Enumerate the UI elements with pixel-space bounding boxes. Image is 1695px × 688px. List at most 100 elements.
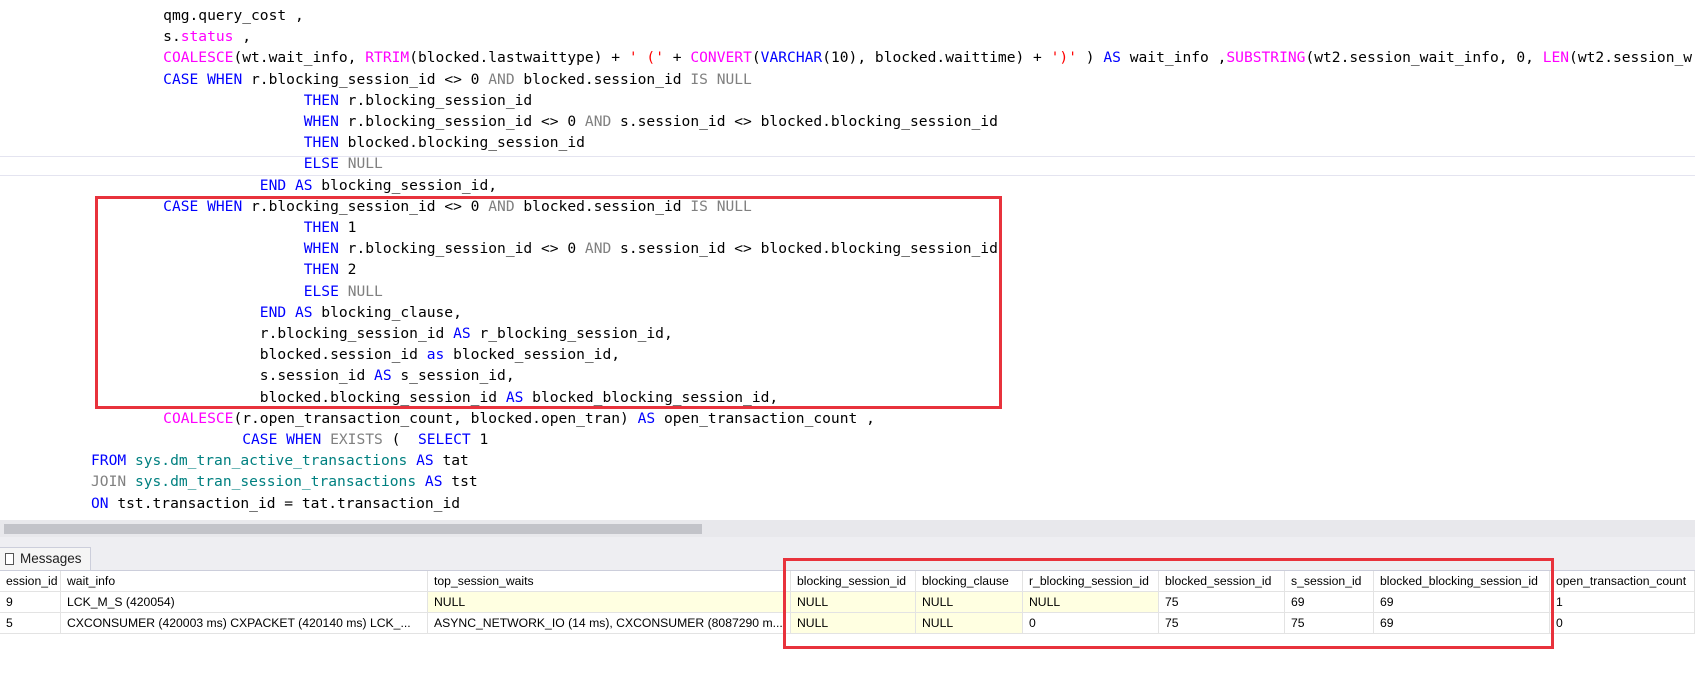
grid-cell[interactable]: 9 <box>0 592 61 613</box>
code-token: s.session_id <> blocked.blocking_session… <box>611 113 998 130</box>
code-token: sys.dm_tran_session_transactions <box>134 473 417 491</box>
code-token: + <box>664 49 691 67</box>
column-header[interactable]: wait_info <box>61 571 428 592</box>
grid-cell[interactable]: 5 <box>0 613 61 634</box>
code-line: s.status , <box>128 26 251 47</box>
code-token: (blocked.lastwaittype) + <box>409 49 629 67</box>
code-token: CASE WHEN <box>242 431 322 448</box>
code-line: FROM sys.dm_tran_active_transactions AS … <box>91 450 469 471</box>
code-token: THEN <box>303 91 339 109</box>
code-token: AND <box>584 113 612 130</box>
grid-cell[interactable]: 0 <box>1550 613 1695 634</box>
code-token: (wt2.session_wait_info, 0, <box>1305 49 1543 67</box>
code-token: ON <box>91 494 109 512</box>
code-token: ELSE <box>303 155 339 173</box>
code-token: AS <box>1103 49 1121 67</box>
code-token: (wt2.session_w <box>1569 49 1693 67</box>
code-token: blocked.blocking_session_id <box>338 134 585 152</box>
code-token: tst.transaction_id = tat.transaction_id <box>108 494 461 512</box>
messages-icon <box>5 553 14 565</box>
code-token: END AS <box>259 176 313 194</box>
grid-cell[interactable]: LCK_M_S (420054) <box>61 592 428 613</box>
code-line: COALESCE(wt.wait_info, RTRIM(blocked.las… <box>128 47 1692 68</box>
column-header[interactable]: open_transaction_count <box>1550 571 1695 592</box>
column-header[interactable]: top_session_waits <box>428 571 791 592</box>
code-token: ) <box>1077 49 1104 67</box>
code-token: WHEN <box>303 113 339 130</box>
code-line: JOIN sys.dm_tran_session_transactions AS… <box>91 471 478 492</box>
code-token: tst <box>442 473 478 491</box>
column-header[interactable]: ession_id <box>0 571 61 592</box>
code-token: COALESCE <box>163 49 234 67</box>
tab-messages[interactable]: Messages <box>0 547 91 570</box>
sql-editor[interactable]: qmg.query_cost , s.status , COALESCE(wt.… <box>0 0 1695 520</box>
code-line: END AS blocking_session_id, <box>128 175 497 196</box>
code-token: blocking_session_id, <box>312 176 498 194</box>
code-token: ')' <box>1050 49 1077 67</box>
code-token: s. <box>163 28 181 46</box>
code-token: ' (' <box>628 49 664 67</box>
code-token: status <box>180 28 234 46</box>
code-token: (r.open_transaction_count, blocked.open_… <box>233 409 638 427</box>
code-line: THEN r.blocking_session_id <box>128 90 532 111</box>
grid-cell[interactable]: ASYNC_NETWORK_IO (14 ms), CXCONSUMER (80… <box>428 613 791 634</box>
code-token: blocked.session_id <box>514 70 691 88</box>
code-token: , <box>233 28 252 46</box>
code-line: ELSE NULL <box>128 153 383 174</box>
code-token: wait_info , <box>1120 49 1227 67</box>
code-token: (10), blocked.waittime) + <box>822 49 1051 67</box>
code-token: (wt.wait_info, <box>233 49 366 67</box>
code-token: LEN <box>1542 49 1570 67</box>
code-token: AS <box>424 473 443 491</box>
code-token: VARCHAR <box>760 49 823 67</box>
code-token: sys.dm_tran_active_transactions <box>134 452 408 470</box>
code-token: THEN <box>303 134 339 152</box>
code-token: IS NULL <box>690 70 752 88</box>
code-token: RTRIM <box>365 49 410 67</box>
code-token: AND <box>488 70 515 88</box>
code-token: ( <box>751 49 761 67</box>
code-token: EXISTS <box>330 431 383 448</box>
code-line: CASE WHEN EXISTS ( SELECT 1 <box>128 429 488 450</box>
code-token: FROM <box>91 452 127 470</box>
code-line: WHEN r.blocking_session_id <> 0 AND s.se… <box>128 111 998 132</box>
scrollbar-thumb[interactable] <box>4 524 702 534</box>
code-token: NULL <box>347 155 383 173</box>
tab-messages-label: Messages <box>20 551 82 566</box>
code-token: ( <box>382 431 418 448</box>
code-token: CONVERT <box>690 49 752 67</box>
code-token: r.blocking_session_id <box>338 91 533 109</box>
horizontal-scrollbar[interactable] <box>0 520 1695 537</box>
grid-cell[interactable]: CXCONSUMER (420003 ms) CXPACKET (420140 … <box>61 613 428 634</box>
code-token: JOIN <box>91 473 127 491</box>
code-token: r.blocking_session_id <> 0 <box>242 70 489 88</box>
code-token: AS <box>416 452 434 470</box>
code-token: AS <box>637 409 656 427</box>
code-line: COALESCE(r.open_transaction_count, block… <box>128 408 875 429</box>
code-line: CASE WHEN r.blocking_session_id <> 0 AND… <box>128 69 752 90</box>
code-token: SUBSTRING <box>1226 49 1306 67</box>
code-token: r.blocking_session_id <> 0 <box>338 113 585 130</box>
code-token: CASE WHEN <box>163 70 243 88</box>
code-token: COALESCE <box>163 409 234 427</box>
code-line: qmg.query_cost , <box>128 5 304 26</box>
grid-cell[interactable]: NULL <box>428 592 791 613</box>
code-line: ON tst.transaction_id = tat.transaction_… <box>91 493 460 514</box>
results-highlight-box <box>783 558 1554 649</box>
grid-cell[interactable]: 1 <box>1550 592 1695 613</box>
